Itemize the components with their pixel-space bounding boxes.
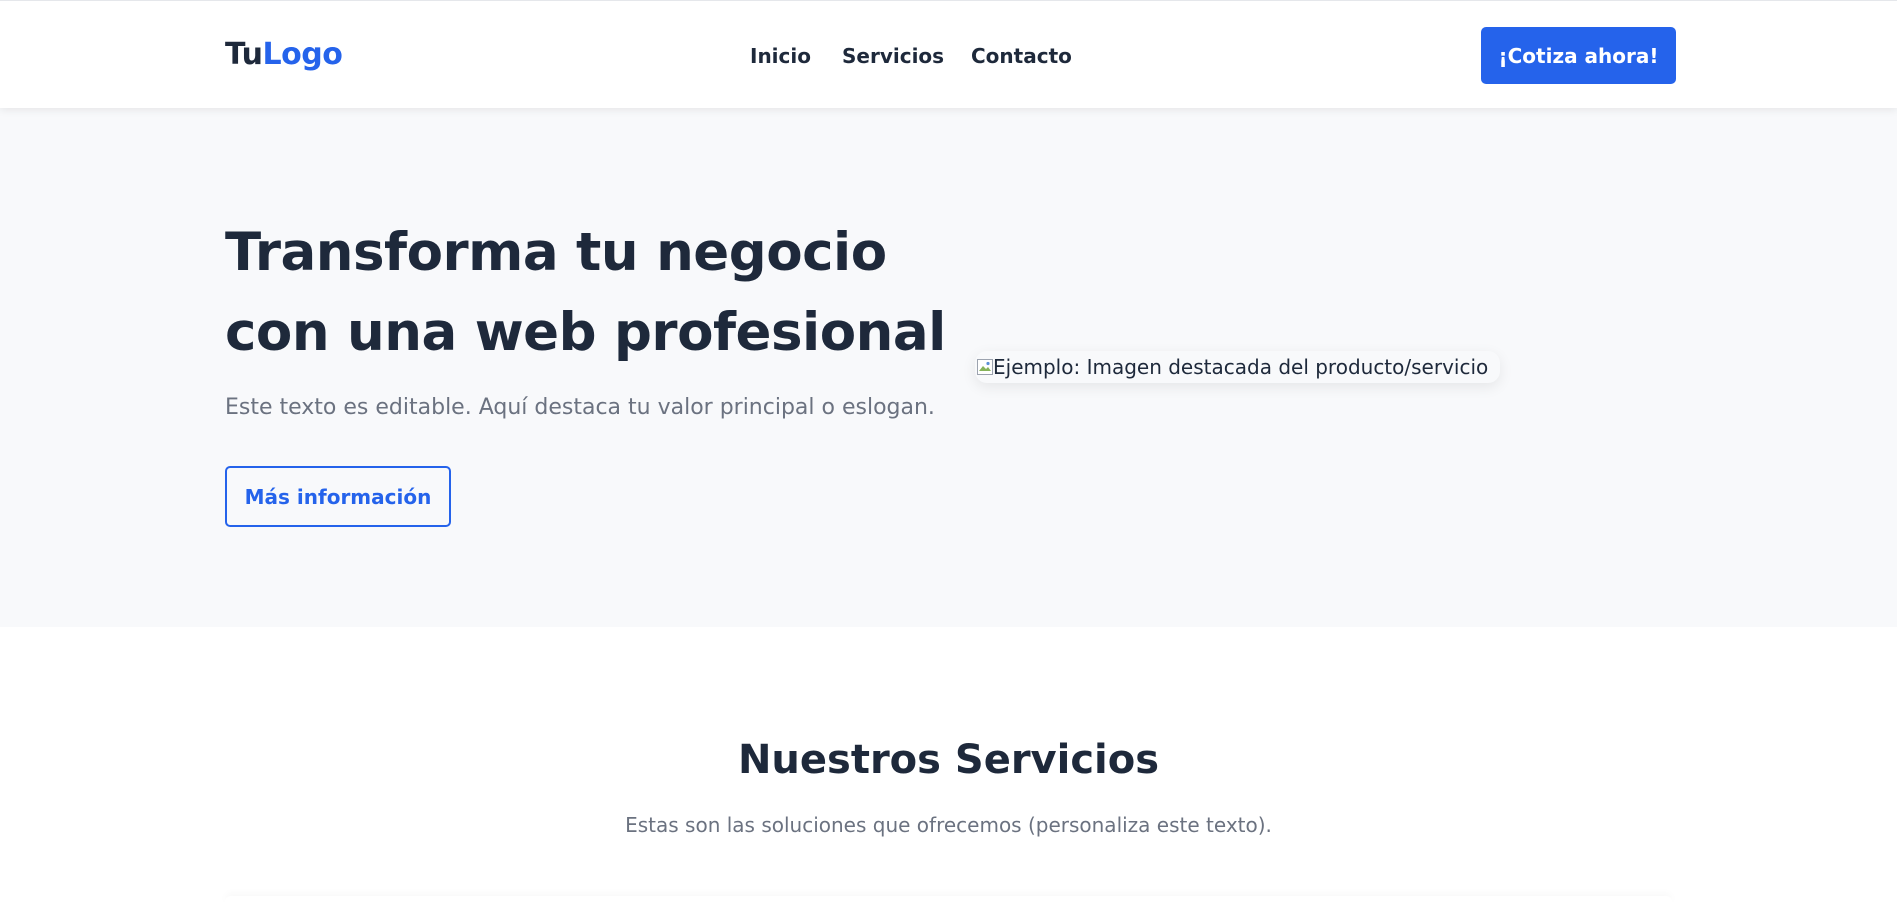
nav-link-contacto[interactable]: Contacto	[971, 41, 1072, 71]
nav-link-servicios[interactable]: Servicios	[842, 41, 944, 71]
site-header: TuLogo Inicio Servicios Contacto ¡Cotiza…	[0, 0, 1897, 108]
nav-link-inicio[interactable]: Inicio	[750, 41, 811, 71]
hero-subtitle: Este texto es editable. Aquí destaca tu …	[225, 395, 935, 420]
hero-title: Transforma tu negocio con una web profes…	[225, 222, 946, 363]
hero-image: Ejemplo: Imagen destacada del producto/s…	[975, 351, 1500, 383]
cta-button[interactable]: ¡Cotiza ahora!	[1481, 27, 1676, 84]
hero-image-alt-text: Ejemplo: Imagen destacada del producto/s…	[993, 355, 1489, 379]
broken-image-icon	[977, 359, 993, 375]
more-info-button[interactable]: Más información	[225, 466, 451, 527]
services-subtitle: Estas son las soluciones que ofrecemos (…	[625, 813, 1272, 837]
hero-section: Transforma tu negocio con una web profes…	[0, 108, 1897, 627]
service-card-edge	[225, 896, 1672, 902]
services-title: Nuestros Servicios	[737, 737, 1160, 783]
